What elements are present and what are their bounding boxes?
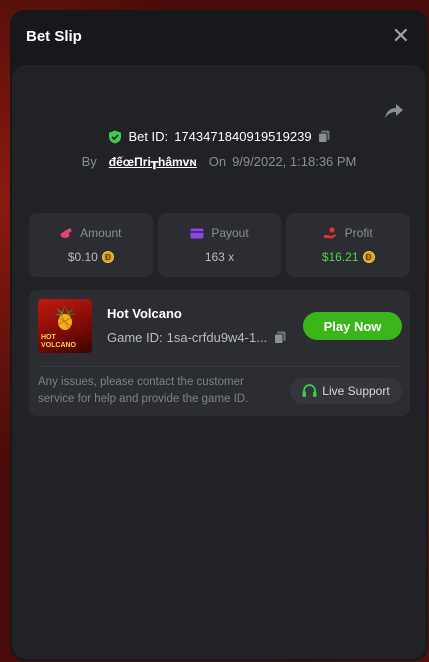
amount-label: Amount [80, 226, 122, 240]
game-name[interactable]: Hot Volcano [107, 306, 182, 321]
close-icon[interactable]: ✕ [392, 25, 410, 47]
payout-value: 163 x [204, 250, 235, 264]
modal-title: Bet Slip [26, 27, 82, 45]
profit-value: $16.21 [321, 250, 359, 264]
bet-id-label: Bet ID: [128, 129, 169, 144]
thumbnail-title: HOT VOLCANO [41, 334, 76, 350]
payout-label: Payout [211, 226, 249, 240]
coin-icon: Đ [101, 251, 114, 263]
amount-value: $0.10 [67, 250, 98, 264]
live-support-label: Live Support [322, 384, 390, 398]
coin-icon: Đ [362, 251, 375, 263]
support-note: Any issues, please contact the customer … [38, 376, 249, 405]
bet-timestamp: 9/9/2022, 1:18:36 PM [232, 154, 357, 169]
bet-details-card: Bet ID: 1743471840919519239 By đếœΠri┰hâ… [12, 65, 426, 659]
stat-payout: Payout 163 x [157, 213, 282, 277]
bettor-row: By đếœΠri┰hâmᴠɴ On 9/9/2022, 1:18:36 PM [12, 154, 426, 169]
stat-profit: Profit $16.21 Đ [286, 213, 411, 277]
headset-icon [302, 384, 317, 397]
game-id-value: 1sa-crfdu9w4-1... [166, 330, 268, 345]
bet-id-value: 1743471840919519239 [174, 129, 312, 144]
amount-coins-icon [60, 228, 73, 238]
stat-amount: Amount $0.10 Đ [29, 213, 153, 277]
payout-card-icon [190, 228, 204, 238]
game-id-row: Game ID: 1sa-crfdu9w4-1... [107, 330, 286, 345]
bet-slip-modal: Bet Slip ✕ Bet ID: 1743471840919519239 B… [10, 10, 428, 661]
share-icon[interactable] [384, 102, 404, 120]
bet-id-row: Bet ID: 1743471840919519239 [12, 129, 426, 144]
profit-hand-icon [323, 227, 337, 239]
pineapple-icon [54, 305, 76, 330]
game-thumbnail[interactable]: HOT VOLCANO [38, 299, 92, 353]
on-label: On [208, 154, 227, 169]
live-support-button[interactable]: Live Support [290, 378, 402, 404]
username-link[interactable]: đếœΠri┰hâmᴠɴ [109, 155, 197, 169]
play-now-button[interactable]: Play Now [303, 312, 402, 340]
game-panel: HOT VOLCANO Hot Volcano Game ID: 1sa-crf… [29, 290, 410, 416]
copy-icon[interactable] [317, 130, 330, 143]
thumb-text-1: HOT [41, 334, 56, 341]
shield-check-icon [109, 130, 122, 143]
profit-label: Profit [344, 226, 373, 240]
bet-stats: Amount $0.10 Đ Payout 163 x Profit $16.2… [29, 213, 411, 277]
game-id-label: Game ID: [107, 330, 163, 345]
thumb-text-2: VOLCANO [41, 342, 76, 349]
by-label: By [81, 154, 97, 169]
copy-icon[interactable] [274, 331, 286, 344]
modal-header: Bet Slip ✕ [10, 10, 428, 62]
divider [38, 366, 401, 367]
